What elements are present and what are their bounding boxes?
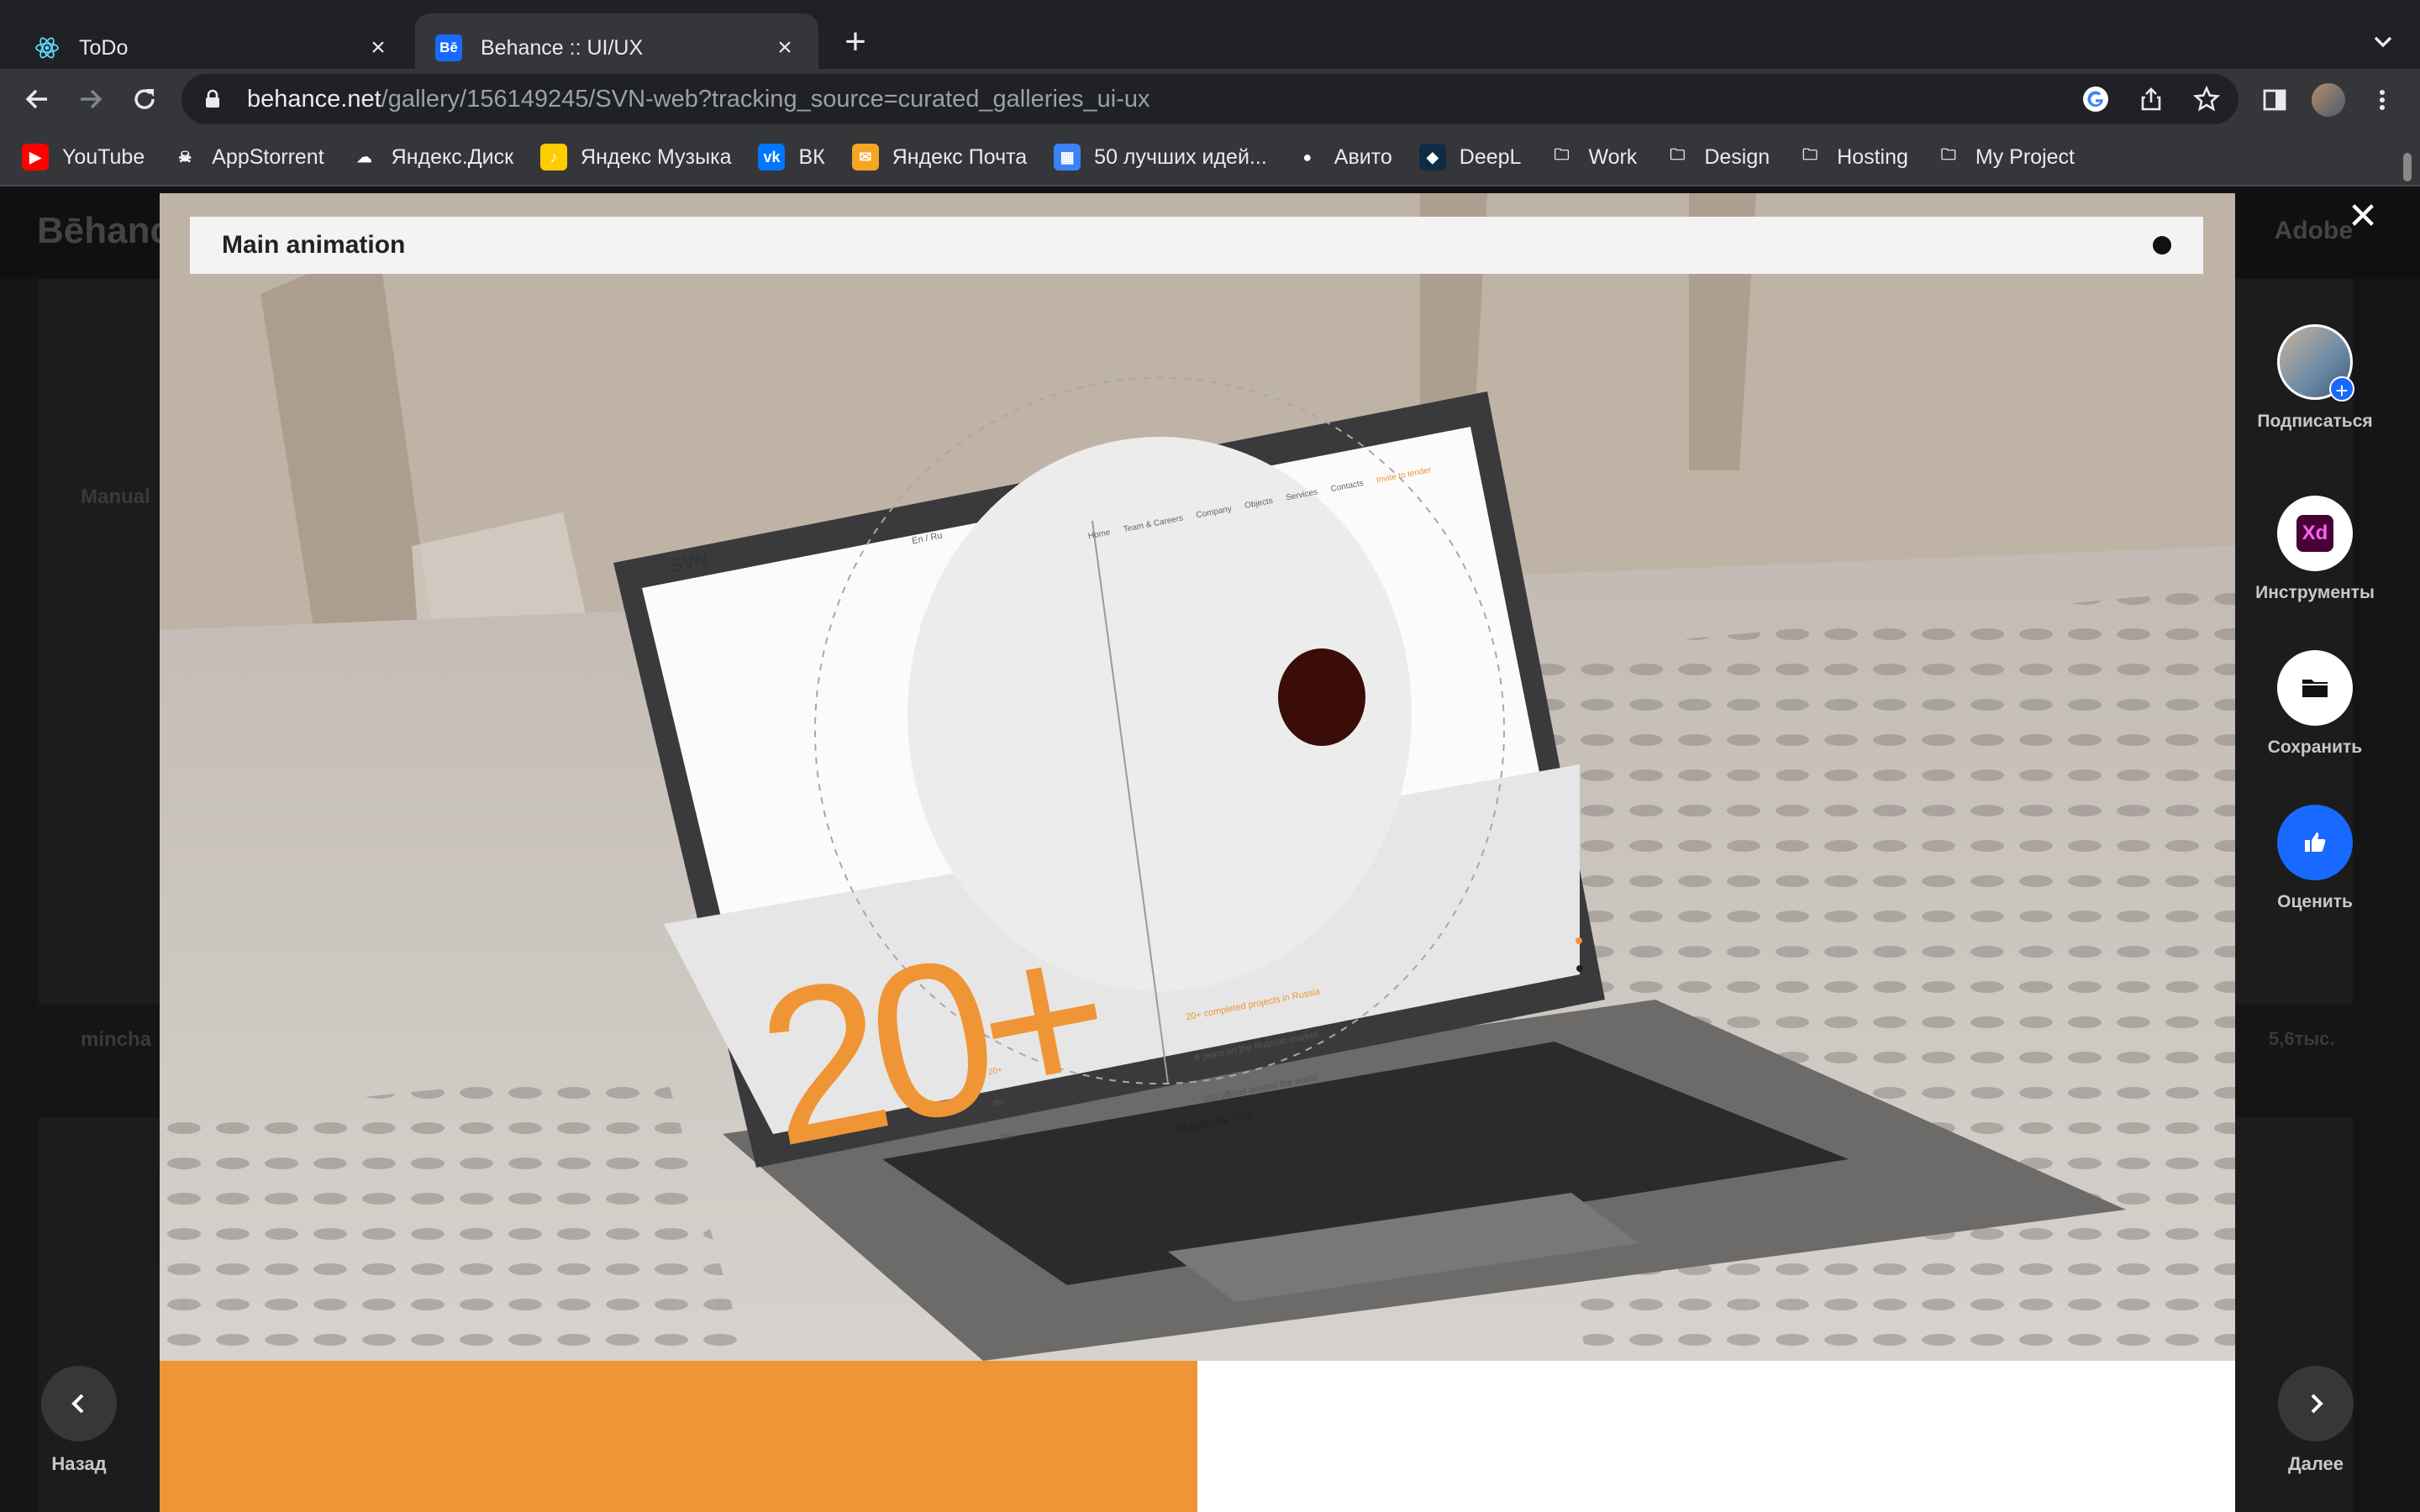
bookmark-star-icon[interactable] xyxy=(2191,84,2222,114)
bookmark-label: Яндекс Почта xyxy=(892,144,1028,169)
apps-icon: ▦ xyxy=(1054,144,1081,171)
scrollbar-thumb[interactable] xyxy=(2403,153,2412,181)
profile-avatar[interactable] xyxy=(2311,82,2346,118)
bookmark-label: ВК xyxy=(798,144,825,169)
card-author[interactable]: mincha xyxy=(81,1028,151,1052)
bookmarks-bar: ▶ YouTube ☠ AppStorrent ☁ Яндекс.Диск ♪ Яндекс … xyxy=(0,129,2420,186)
yandex-music-icon: ♪ xyxy=(540,144,568,171)
bookmark-item[interactable]: ● Авито xyxy=(1293,144,1392,171)
close-tab-icon[interactable]: × xyxy=(365,34,392,61)
next-project-button[interactable]: Далее xyxy=(2257,1366,2375,1475)
folder-icon: 🗀 xyxy=(1664,144,1691,171)
project-card[interactable] xyxy=(2235,573,2353,1005)
skull-icon: ☠ xyxy=(171,144,199,171)
behance-logo[interactable]: Bēhanc xyxy=(37,210,171,252)
yandex-mail-icon: ✉ xyxy=(851,144,879,171)
yandex-disk-icon: ☁ xyxy=(350,144,378,171)
close-tab-icon[interactable]: × xyxy=(771,34,798,61)
forward-arrow-icon[interactable] xyxy=(74,82,108,116)
project-modal: SVN En / Ru Home Team & Careers Company … xyxy=(160,186,2235,1512)
views-count: 5,6тыс. xyxy=(2269,1028,2335,1049)
tools-label: Инструменты xyxy=(2255,583,2375,602)
react-icon xyxy=(34,34,60,61)
bookmark-item[interactable]: 🗀 Hosting xyxy=(1797,144,1908,171)
bookmark-label: My Project xyxy=(1975,144,2075,169)
browser-toolbar: behance.net/gallery/156149245/SVN-web?tr… xyxy=(0,69,2420,129)
bookmark-label: Work xyxy=(1588,144,1638,169)
folder-icon: 🗀 xyxy=(1548,144,1576,171)
appreciate-label: Оценить xyxy=(2277,892,2353,911)
bookmark-item[interactable]: 🗀 My Project xyxy=(1934,144,2075,171)
avito-icon: ● xyxy=(1293,144,1321,171)
bookmark-label: AppStorrent xyxy=(212,144,324,169)
image-caption-bar: Main animation xyxy=(190,217,2203,274)
folder-icon: 🗀 xyxy=(1797,144,1824,171)
prev-label: Назад xyxy=(51,1453,107,1474)
folder-icon: 🗀 xyxy=(1934,144,1962,171)
reload-icon[interactable] xyxy=(128,82,161,116)
adobe-xd-icon: Xd xyxy=(2296,515,2333,552)
big-number: 20+ xyxy=(742,890,1118,1193)
share-icon[interactable] xyxy=(2136,84,2166,114)
bookmark-item[interactable]: ◆ DeepL xyxy=(1418,144,1522,171)
side-panel-icon[interactable] xyxy=(2257,82,2292,118)
laptop-mockup-image: SVN En / Ru Home Team & Careers Company … xyxy=(160,193,2235,1361)
card-author[interactable]: Manual xyxy=(81,486,150,509)
lock-icon[interactable] xyxy=(202,88,224,110)
browser-menu-icon[interactable] xyxy=(2365,82,2400,118)
follow-label: Подписаться xyxy=(2257,412,2373,431)
bookmark-item[interactable]: 🗀 Design xyxy=(1664,144,1770,171)
caption-dot-icon xyxy=(2153,236,2171,255)
url-text: behance.net/gallery/156149245/SVN-web?tr… xyxy=(247,86,1150,113)
bookmark-item[interactable]: 🗀 Work xyxy=(1548,144,1637,171)
behance-page: Bēhanc Adobe Manual mincha 5,6тыс. SVN E… xyxy=(0,186,2420,1512)
project-card[interactable] xyxy=(39,573,165,1005)
address-bar[interactable]: behance.net/gallery/156149245/SVN-web?tr… xyxy=(182,74,2238,124)
bookmark-item[interactable]: ▶ YouTube xyxy=(22,144,145,171)
vk-icon: vk xyxy=(758,144,786,171)
bookmark-label: Яндекс Музыка xyxy=(581,144,732,169)
bookmark-item[interactable]: ✉ Яндекс Почта xyxy=(851,144,1028,171)
google-icon[interactable] xyxy=(2081,84,2111,114)
behance-icon: Bē xyxy=(435,34,462,61)
chevron-left-icon xyxy=(71,1394,84,1414)
bookmark-item[interactable]: ☠ AppStorrent xyxy=(171,144,324,171)
save-label: Сохранить xyxy=(2267,738,2363,757)
back-arrow-icon[interactable] xyxy=(20,82,54,116)
appreciate-button[interactable]: Оценить xyxy=(2235,805,2395,912)
thumbs-up-icon xyxy=(2305,832,2326,852)
follow-plus-icon[interactable]: + xyxy=(2329,376,2354,403)
save-button[interactable]: Сохранить xyxy=(2235,650,2395,758)
chevron-right-icon xyxy=(2311,1394,2323,1414)
folder-icon xyxy=(2302,680,2328,697)
next-label: Далее xyxy=(2287,1453,2344,1474)
next-section-orange xyxy=(160,1361,1197,1512)
bookmark-label: YouTube xyxy=(62,144,145,169)
bookmark-item[interactable]: ☁ Яндекс.Диск xyxy=(350,144,514,171)
tab-title: Behance :: UI/UX xyxy=(481,35,644,60)
caption-text: Main animation xyxy=(222,231,406,259)
bookmark-label: Авито xyxy=(1334,144,1392,169)
prev-project-button[interactable]: Назад xyxy=(20,1366,138,1475)
bookmark-item[interactable]: vk ВК xyxy=(758,144,825,171)
tab-title: ToDo xyxy=(79,35,129,60)
bookmark-item[interactable]: ♪ Яндекс Музыка xyxy=(540,144,731,171)
close-modal-icon[interactable]: ✕ xyxy=(2344,198,2381,235)
follow-button[interactable]: + Подписаться xyxy=(2235,324,2395,432)
bookmark-label: Яндекс.Диск xyxy=(391,144,514,169)
bookmark-label: Hosting xyxy=(1837,144,1908,169)
deepl-icon: ◆ xyxy=(1418,144,1446,171)
adobe-logo[interactable]: Adobe xyxy=(2275,217,2353,245)
tools-button[interactable]: Xd Инструменты xyxy=(2235,496,2395,603)
next-section-white xyxy=(1197,1361,2235,1512)
bookmark-label: DeepL xyxy=(1459,144,1522,169)
youtube-icon: ▶ xyxy=(22,144,49,171)
url-path: /gallery/156149245/SVN-web?tracking_sour… xyxy=(381,85,1150,113)
url-host: behance.net xyxy=(247,85,381,113)
new-tab-button[interactable]: + xyxy=(839,24,872,60)
tab-search-chevron-icon[interactable] xyxy=(2366,25,2400,59)
bookmark-label: 50 лучших идей... xyxy=(1094,144,1267,169)
bookmark-item[interactable]: ▦ 50 лучших идей... xyxy=(1054,144,1267,171)
bookmark-label: Design xyxy=(1704,144,1770,169)
